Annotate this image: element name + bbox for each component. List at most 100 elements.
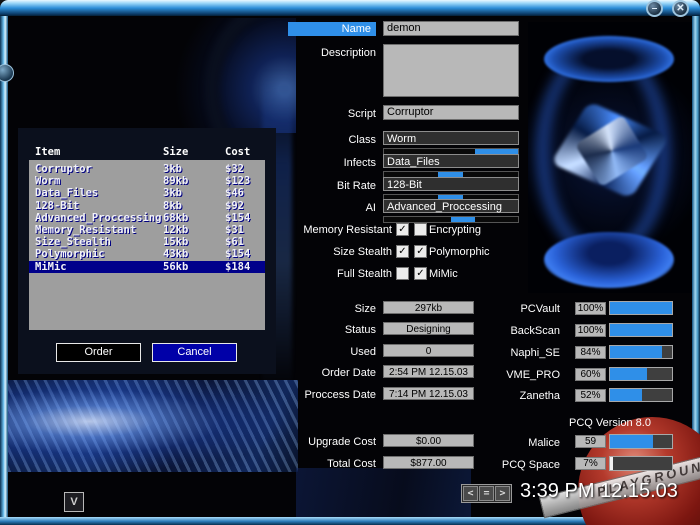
part-size: 68kb	[163, 212, 225, 224]
memory-resistant-checkbox[interactable]	[396, 223, 409, 236]
used-label: Used	[277, 346, 376, 359]
part-size: 3kb	[163, 163, 225, 175]
ai-slider-handle[interactable]	[451, 217, 475, 222]
part-row[interactable]: Size_Stealth15kb$61	[29, 236, 265, 248]
part-cost: $31	[225, 224, 265, 236]
part-item: Data_Files	[35, 187, 163, 199]
name-input[interactable]: demon	[383, 21, 519, 36]
polymorphic-checkbox[interactable]	[414, 245, 427, 258]
part-size: 43kb	[163, 248, 225, 260]
capsule-top-ellipse	[544, 36, 674, 82]
naphi-se-bar	[609, 345, 673, 359]
naphi-se-label: Naphi_SE	[465, 347, 560, 360]
part-cost: $32	[225, 163, 265, 175]
parts-list[interactable]: Corruptor3kb$32 Worm89kb$123 Data_Files3…	[29, 160, 265, 330]
nav-forward-button[interactable]: >	[495, 486, 510, 501]
ai-slider[interactable]	[383, 216, 519, 223]
zanetha-percent: 52%	[575, 389, 606, 402]
pcvault-percent: 100%	[575, 302, 606, 315]
backscan-percent: 100%	[575, 324, 606, 337]
ai-label: AI	[287, 202, 376, 215]
part-cost: $46	[225, 187, 265, 199]
size-stealth-checkbox[interactable]	[396, 245, 409, 258]
order-date-value: 2:54 PM 12.15.03	[383, 365, 474, 378]
vme-pro-percent: 60%	[575, 368, 606, 381]
part-item: Advanced_Proccessing	[35, 212, 163, 224]
infects-label: Infects	[287, 157, 376, 170]
total-cost-label: Total Cost	[277, 458, 376, 471]
part-row[interactable]: Polymorphic43kb$154	[29, 248, 265, 260]
part-row[interactable]: Memory_Resistant12kb$31	[29, 224, 265, 236]
malice-value: 59	[575, 435, 606, 448]
v-button[interactable]: V	[64, 492, 84, 512]
nav-back-button[interactable]: <	[463, 486, 478, 501]
infects-value-field[interactable]: Data_Files	[383, 154, 519, 168]
full-stealth-label: Full Stealth	[287, 268, 392, 281]
pcq-space-bar-fill	[610, 457, 613, 470]
vme-pro-bar-fill	[610, 368, 647, 380]
part-item: 128-Bit	[35, 200, 163, 212]
pcvault-bar	[609, 301, 673, 315]
part-size: 12kb	[163, 224, 225, 236]
used-value: 0	[383, 344, 474, 357]
nav-button-group: < = >	[461, 484, 512, 503]
part-row[interactable]: Corruptor3kb$32	[29, 163, 265, 175]
part-size: 15kb	[163, 236, 225, 248]
pcq-space-bar	[609, 456, 673, 471]
pcq-space-label: PCQ Space	[465, 459, 560, 472]
part-row[interactable]: Advanced_Proccessing68kb$154	[29, 212, 265, 224]
vme-pro-bar	[609, 367, 673, 381]
size-value: 297kb	[383, 301, 474, 314]
pcvault-bar-fill	[610, 302, 672, 314]
pcq-version-text: PCQ Version 8.0	[545, 417, 675, 430]
upgrade-cost-label: Upgrade Cost	[277, 436, 376, 449]
parts-table-header: Item Size Cost	[29, 146, 265, 159]
ai-value-field[interactable]: Advanced_Proccessing	[383, 199, 519, 213]
part-size: 56kb	[163, 261, 225, 273]
part-row[interactable]: Data_Files3kb$46	[29, 187, 265, 199]
encrypting-label: Encrypting	[429, 224, 519, 237]
description-label: Description	[287, 47, 376, 60]
bitrate-value-field[interactable]: 128-Bit	[383, 177, 519, 191]
part-item: MiMic	[35, 261, 163, 273]
part-size: 3kb	[163, 187, 225, 199]
script-input[interactable]: Corruptor	[383, 105, 519, 120]
zanetha-bar-fill	[610, 389, 642, 401]
column-header-item: Item	[35, 146, 163, 159]
pcvault-label: PCVault	[465, 303, 560, 316]
close-button[interactable]: ✕	[672, 0, 689, 17]
part-size: 8kb	[163, 200, 225, 212]
class-label: Class	[287, 134, 376, 147]
naphi-se-percent: 84%	[575, 346, 606, 359]
part-row[interactable]: Worm89kb$123	[29, 175, 265, 187]
bitrate-label: Bit Rate	[287, 180, 376, 193]
size-label: Size	[277, 303, 376, 316]
nav-home-button[interactable]: =	[479, 486, 494, 501]
size-stealth-label: Size Stealth	[287, 246, 392, 259]
zanetha-bar	[609, 388, 673, 402]
malice-label: Malice	[465, 437, 560, 450]
minimize-icon: –	[652, 3, 658, 14]
cancel-button[interactable]: Cancel	[152, 343, 237, 362]
full-stealth-checkbox[interactable]	[396, 267, 409, 280]
part-row-selected[interactable]: MiMic56kb$184	[29, 261, 265, 273]
titlebar[interactable]: – ✕	[0, 0, 700, 16]
part-cost: $184	[225, 261, 265, 273]
part-cost: $92	[225, 200, 265, 212]
encrypting-checkbox[interactable]	[414, 223, 427, 236]
total-cost-value: $877.00	[383, 456, 474, 469]
column-header-cost: Cost	[225, 146, 265, 159]
virus-capsule-panel	[528, 22, 692, 293]
part-item: Worm	[35, 175, 163, 187]
naphi-se-bar-fill	[610, 346, 662, 358]
mimic-checkbox[interactable]	[414, 267, 427, 280]
minimize-button[interactable]: –	[646, 0, 663, 17]
description-textarea[interactable]	[383, 44, 519, 97]
upgrade-cost-value: $0.00	[383, 434, 474, 447]
backscan-bar	[609, 323, 673, 337]
order-button[interactable]: Order	[56, 343, 141, 362]
part-row[interactable]: 128-Bit8kb$92	[29, 200, 265, 212]
zanetha-label: Zanetha	[465, 390, 560, 403]
part-item: Size_Stealth	[35, 236, 163, 248]
class-value-field[interactable]: Worm	[383, 131, 519, 145]
